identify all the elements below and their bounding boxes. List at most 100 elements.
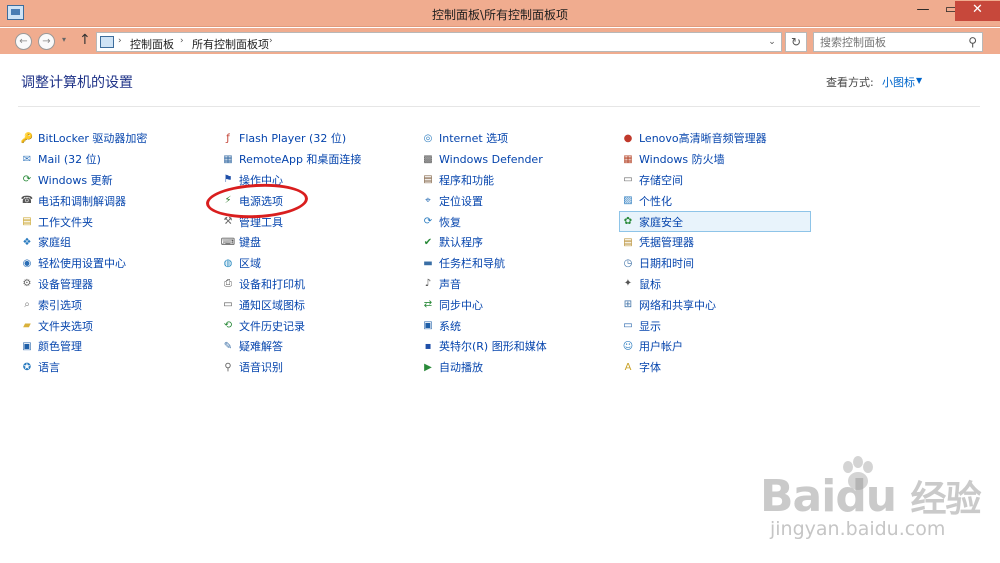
breadcrumb-all-items[interactable]: 所有控制面板项 [192,36,269,52]
breadcrumb-separator-icon[interactable]: › [180,36,184,46]
breadcrumb-separator-icon[interactable]: › [118,36,122,46]
control-panel-item[interactable]: ⌕ 索引选项 [20,294,212,315]
control-panel-item[interactable]: ✎ 疑难解答 [221,336,413,357]
items-column-2: ƒ Flash Player (32 位) ▦ RemoteApp 和桌面连接 ⚑ 操作中… [221,128,413,378]
control-panel-item[interactable]: ◉ 轻松使用设置中心 [20,253,212,274]
chevron-down-icon[interactable]: ▼ [916,76,922,85]
control-panel-item-label: 通知区域图标 [239,298,305,312]
mouse-icon: ✦ [623,278,633,290]
control-panel-item[interactable]: ▪ 英特尔(R) 图形和媒体 [421,336,613,357]
header-divider [18,106,980,107]
control-panel-item-label: 鼠标 [639,277,661,291]
display-icon: ▭ [623,320,633,332]
control-panel-item[interactable]: ▤ 凭据管理器 [621,232,813,253]
control-panel-item[interactable]: ♪ 声音 [421,274,613,295]
control-panel-item[interactable]: ✿ 家庭安全 [619,211,811,232]
watermark-brand: 经验 [910,479,981,520]
control-panel-item[interactable]: ▦ RemoteApp 和桌面连接 [221,149,413,170]
system-icon: ▣ [423,320,433,332]
search-input[interactable] [820,34,960,50]
phone-modem-icon: ☎ [20,195,34,207]
control-panel-item[interactable]: ☺ 用户帐户 [621,336,813,357]
control-panel-item[interactable]: ⊞ 网络和共享中心 [621,294,813,315]
control-panel-item[interactable]: ▭ 存储空间 [621,170,813,191]
search-box[interactable]: ⚲ [813,32,983,52]
forward-button[interactable]: → [38,33,55,50]
address-dropdown-icon[interactable]: ⌄ [763,33,781,51]
windows-update-icon: ⟳ [22,174,32,186]
control-panel-item[interactable]: ⎙ 设备和打印机 [221,274,413,295]
control-panel-item-label: Windows Defender [439,152,543,166]
control-panel-item-label: 自动播放 [439,361,483,375]
watermark-bai: Bai [760,471,836,522]
control-panel-item-label: 电话和调制解调器 [38,194,126,208]
window-title: 控制面板\所有控制面板项 [431,8,569,22]
folder-options-icon: ▰ [23,320,31,332]
search-icon[interactable]: ⚲ [968,35,977,49]
control-panel-item[interactable]: ▦ Windows 防火墙 [621,149,813,170]
refresh-button[interactable]: ↻ [785,32,807,52]
breadcrumb-control-panel[interactable]: 控制面板 [130,36,174,52]
control-panel-item[interactable]: ✦ 鼠标 [621,274,813,295]
control-panel-item[interactable]: ⟳ Windows 更新 [20,170,212,191]
control-panel-item[interactable]: ▨ 个性化 [621,190,813,211]
control-panel-item[interactable]: ▤ 程序和功能 [421,170,613,191]
firewall-icon: ▦ [623,153,633,165]
troubleshooting-icon: ✎ [223,340,233,352]
control-panel-item[interactable]: ▣ 颜色管理 [20,336,212,357]
control-panel-item[interactable]: ● Lenovo高清晰音频管理器 [621,128,813,149]
control-panel-item-label: 英特尔(R) 图形和媒体 [439,340,547,354]
control-panel-item[interactable]: A 字体 [621,357,813,378]
view-by-dropdown[interactable]: 小图标 [882,74,915,90]
control-panel-item-label: 用户帐户 [639,340,683,354]
control-panel-item[interactable]: 🔑 BitLocker 驱动器加密 [20,128,212,149]
control-panel-item[interactable]: ⇄ 同步中心 [421,294,613,315]
control-panel-item[interactable]: ▩ Windows Defender [421,149,613,170]
device-manager-icon: ⚙ [22,278,32,290]
control-panel-item[interactable]: ▰ 文件夹选项 [20,315,212,336]
control-panel-item[interactable]: ⟲ 文件历史记录 [221,315,413,336]
control-panel-item-label: 文件夹选项 [38,319,93,333]
intel-graphics-icon: ▪ [424,340,432,352]
control-panel-item[interactable]: ◷ 日期和时间 [621,253,813,274]
control-panel-item[interactable]: ⚲ 语音识别 [221,357,413,378]
control-panel-item-label: 声音 [439,277,461,291]
family-safety-icon: ✿ [623,216,633,228]
control-panel-item[interactable]: ✔ 默认程序 [421,232,613,253]
control-panel-item-label: BitLocker 驱动器加密 [38,132,148,146]
control-panel-item[interactable]: ⌖ 定位设置 [421,190,613,211]
control-panel-item-label: 文件历史记录 [239,319,305,333]
control-panel-item-label: Flash Player (32 位) [239,132,347,146]
control-panel-item[interactable]: ✪ 语言 [20,357,212,378]
control-panel-item[interactable]: ◍ 区域 [221,253,413,274]
control-panel-item[interactable]: ▶ 自动播放 [421,357,613,378]
control-panel-item-label: 存储空间 [639,173,683,187]
control-panel-item[interactable]: ⚙ 设备管理器 [20,274,212,295]
control-panel-item[interactable]: ◎ Internet 选项 [421,128,613,149]
recent-locations-dropdown[interactable]: ▾ [62,35,66,44]
control-panel-item[interactable]: ✉ Mail (32 位) [20,149,212,170]
region-icon: ◍ [223,257,233,269]
control-panel-item[interactable]: ▣ 系统 [421,315,613,336]
control-panel-item[interactable]: ❖ 家庭组 [20,232,212,253]
back-button[interactable]: ← [15,33,32,50]
address-bar[interactable]: › 控制面板 › 所有控制面板项 › ⌄ [96,32,782,52]
control-panel-item[interactable]: ⌨ 键盘 [221,232,413,253]
indexing-icon: ⌕ [24,299,30,311]
close-button[interactable]: ✕ [955,1,1000,21]
minimize-button[interactable]: — [909,1,937,21]
control-panel-item[interactable]: ▬ 任务栏和导航 [421,253,613,274]
control-panel-item[interactable]: ▭ 通知区域图标 [221,294,413,315]
control-panel-item[interactable]: ▭ 显示 [621,315,813,336]
sync-icon: ⇄ [423,299,433,311]
remoteapp-icon: ▦ [223,153,233,165]
control-panel-item[interactable]: ⟳ 恢复 [421,211,613,232]
breadcrumb-separator-icon[interactable]: › [269,36,273,46]
control-panel-item[interactable]: ☎ 电话和调制解调器 [20,190,212,211]
control-panel-item-label: 家庭安全 [639,215,683,229]
action-center-flag-icon: ⚑ [223,174,233,186]
control-panel-item[interactable]: ƒ Flash Player (32 位) [221,128,413,149]
control-panel-item-label: 轻松使用设置中心 [38,257,126,271]
control-panel-item[interactable]: ▤ 工作文件夹 [20,211,212,232]
up-button[interactable]: ↑ [79,32,91,48]
